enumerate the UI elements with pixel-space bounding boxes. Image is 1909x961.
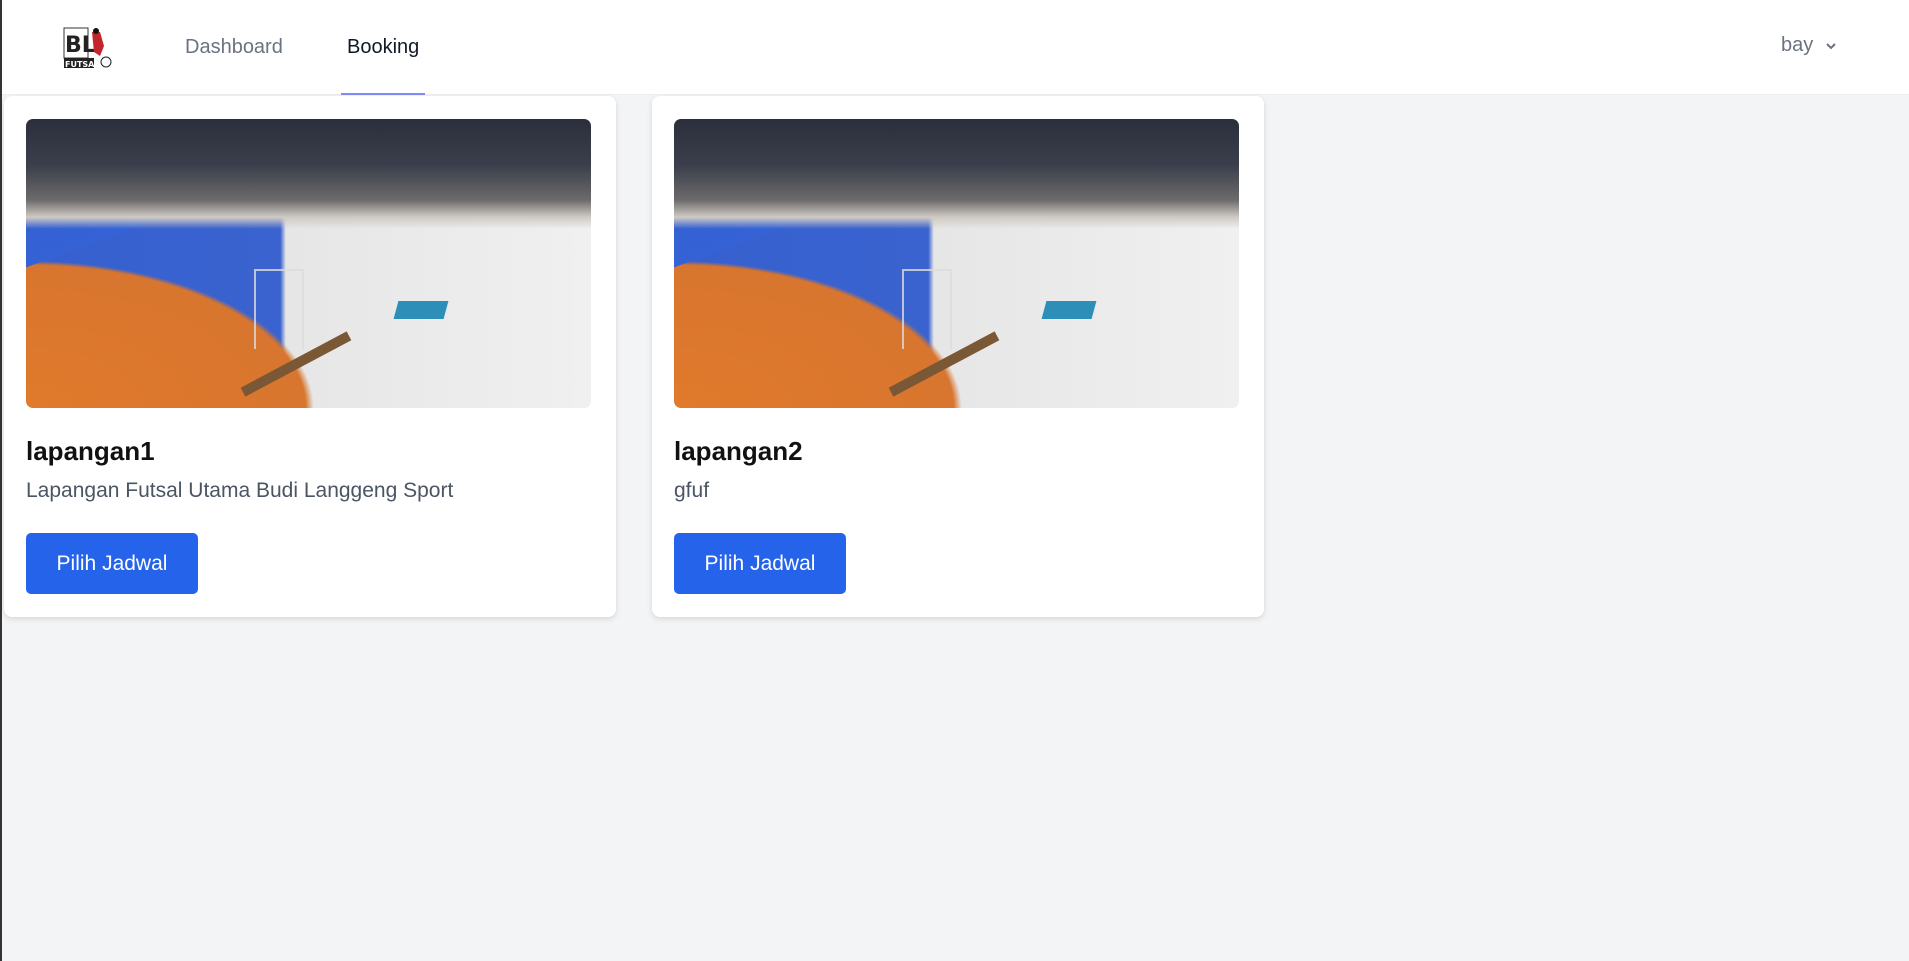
bl-futsal-logo[interactable]: BL FUTSAL: [62, 26, 114, 70]
chevron-down-icon: [1826, 42, 1836, 49]
field-title: lapangan2: [674, 436, 803, 466]
field-description: Lapangan Futsal Utama Budi Langgeng Spor…: [26, 479, 454, 502]
field-card: lapangan1 Lapangan Futsal Utama Budi Lan…: [4, 96, 616, 617]
field-description: gfuf: [674, 479, 710, 502]
field-photo: [674, 119, 1239, 408]
field-photo: [26, 119, 591, 408]
user-name: bay: [1781, 34, 1814, 56]
svg-text:FUTSAL: FUTSAL: [65, 60, 99, 69]
user-menu[interactable]: bay: [1781, 34, 1837, 57]
active-tab-underline: [341, 93, 426, 95]
nav-dashboard-label: Dashboard: [185, 36, 283, 58]
field-card: lapangan2 gfuf Pilih Jadwal: [652, 96, 1264, 617]
nav-dashboard[interactable]: Dashboard: [185, 0, 283, 95]
top-navbar: BL FUTSAL Dashboard Booking bay: [2, 0, 1909, 95]
svg-text:BL: BL: [65, 33, 96, 58]
pilih-jadwal-button[interactable]: Pilih Jadwal: [26, 533, 198, 594]
field-title: lapangan1: [26, 436, 155, 466]
nav-booking-label: Booking: [347, 36, 420, 58]
pilih-jadwal-button[interactable]: Pilih Jadwal: [674, 533, 846, 594]
nav-booking[interactable]: Booking: [341, 0, 426, 95]
